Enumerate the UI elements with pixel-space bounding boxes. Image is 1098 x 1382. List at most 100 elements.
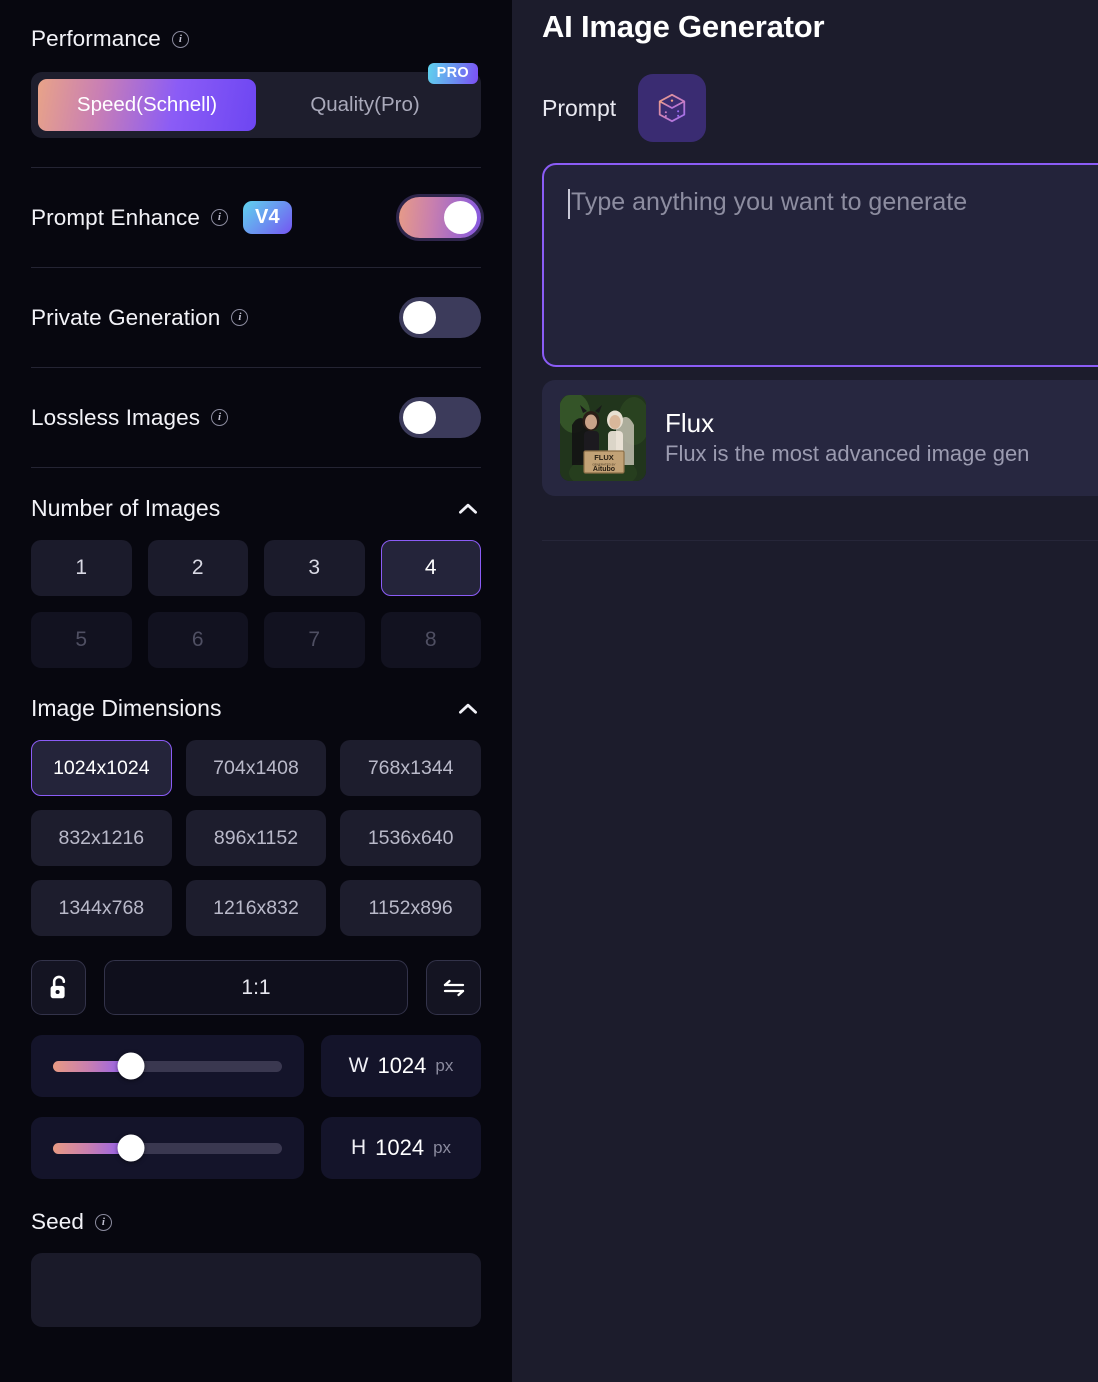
lossless-images-row: Lossless Images i <box>31 368 481 467</box>
private-generation-label: Private Generation <box>31 304 221 330</box>
performance-section: Performance i Speed(Schnell) Quality(Pro… <box>31 0 481 168</box>
number-of-images-header[interactable]: Number of Images <box>31 468 481 522</box>
dimension-option-label: 1344x768 <box>58 896 145 919</box>
slider-track <box>53 1134 282 1162</box>
number-of-images-grid: 1 2 3 4 5 6 7 8 <box>31 540 481 668</box>
slider-handle[interactable] <box>117 1052 145 1080</box>
performance-label: Performance <box>31 26 161 51</box>
dimension-option-1344x768[interactable]: 1344x768 <box>31 880 172 936</box>
seed-section: Seed i <box>31 1179 481 1327</box>
dimension-option-label: 1216x832 <box>213 896 299 919</box>
aspect-ratio-lock-button[interactable] <box>31 960 86 1015</box>
number-option-6: 6 <box>147 612 248 668</box>
lossless-images-label-row: Lossless Images i <box>31 405 229 431</box>
prompt-textarea[interactable]: Type anything you want to generate <box>542 163 1098 367</box>
dimension-option-1536x640[interactable]: 1536x640 <box>340 810 481 866</box>
dimension-option-label: 1536x640 <box>367 826 454 849</box>
toggle-knob <box>444 201 477 234</box>
number-option-4[interactable]: 4 <box>380 540 481 596</box>
number-option-8: 8 <box>380 612 481 668</box>
image-dimensions-header[interactable]: Image Dimensions <box>31 668 481 722</box>
model-name: Flux <box>665 408 715 439</box>
model-info: Flux Flux is the most advanced image gen <box>665 407 1029 468</box>
performance-option-quality[interactable]: Quality(Pro) PRO <box>256 63 478 131</box>
dimension-option-1024x1024[interactable]: 1024x1024 <box>31 740 172 796</box>
seed-input[interactable] <box>31 1253 481 1327</box>
dimension-option-1152x896[interactable]: 1152x896 <box>340 880 481 936</box>
generator-panel: AI Image Generator Prompt Type anything … <box>512 0 1098 1382</box>
dimension-option-832x1216[interactable]: 832x1216 <box>31 810 172 866</box>
aspect-ratio-row: 1:1 <box>31 960 481 1015</box>
seed-label-row: Seed i <box>31 1179 481 1235</box>
settings-sidebar: Performance i Speed(Schnell) Quality(Pro… <box>0 0 512 1382</box>
page-title: AI Image Generator <box>542 9 825 44</box>
slider-handle[interactable] <box>117 1134 145 1162</box>
private-generation-toggle[interactable] <box>399 297 481 338</box>
image-dimensions-grid: 1024x1024 704x1408 768x1344 832x1216 896… <box>31 740 481 936</box>
unlock-icon <box>50 975 65 998</box>
pro-badge: PRO <box>427 63 478 84</box>
model-suggestion-flux[interactable]: FLUX GENERATED BY Aitubo Flux Flux is th… <box>542 380 1098 496</box>
lossless-images-toggle[interactable] <box>399 397 481 438</box>
random-prompt-button[interactable] <box>638 74 707 142</box>
prompt-enhance-toggle[interactable] <box>399 197 481 238</box>
dimension-option-label: 1152x896 <box>368 896 453 919</box>
number-option-3[interactable]: 3 <box>264 540 365 596</box>
dimension-option-label: 704x1408 <box>213 756 299 779</box>
seed-label: Seed <box>31 1209 84 1234</box>
prompt-placeholder: Type anything you want to generate <box>571 188 968 216</box>
performance-option-speed[interactable]: Speed(Schnell) <box>38 79 256 131</box>
aspect-ratio-value[interactable]: 1:1 <box>104 960 408 1015</box>
chevron-up-icon[interactable] <box>455 496 481 522</box>
width-axis-label: W <box>348 1054 369 1077</box>
height-control-row: H 1024 px <box>31 1117 481 1179</box>
width-slider[interactable] <box>31 1035 304 1097</box>
number-option-label: 6 <box>191 628 204 651</box>
width-control-row: W 1024 px <box>31 1035 481 1097</box>
number-option-label: 2 <box>191 556 204 579</box>
dimension-option-896x1152[interactable]: 896x1152 <box>185 810 327 866</box>
dimension-option-704x1408[interactable]: 704x1408 <box>185 740 327 796</box>
number-option-label: 5 <box>75 628 88 651</box>
height-slider[interactable] <box>31 1117 304 1179</box>
model-thumbnail: FLUX GENERATED BY Aitubo <box>560 395 646 481</box>
number-option-label: 7 <box>308 628 321 651</box>
info-icon[interactable]: i <box>211 409 229 426</box>
number-option-7: 7 <box>264 612 365 668</box>
number-option-1[interactable]: 1 <box>31 540 132 596</box>
dimension-option-1216x832[interactable]: 1216x832 <box>185 880 327 936</box>
width-value-field[interactable]: W 1024 px <box>321 1035 481 1097</box>
flux-thumbnail-art: FLUX GENERATED BY Aitubo <box>560 395 646 481</box>
swap-dimensions-button[interactable] <box>426 960 481 1015</box>
info-icon[interactable]: i <box>94 1213 112 1231</box>
info-icon[interactable]: i <box>211 209 228 226</box>
info-icon[interactable]: i <box>171 30 189 48</box>
content-divider <box>542 540 1098 541</box>
private-generation-row: Private Generation i <box>31 268 481 367</box>
prompt-enhance-label-row: Prompt Enhance i V4 <box>31 201 292 234</box>
height-value-field[interactable]: H 1024 px <box>321 1117 481 1179</box>
number-option-label: 8 <box>424 628 437 651</box>
dice-icon <box>658 93 686 123</box>
app-root: Performance i Speed(Schnell) Quality(Pro… <box>0 0 1098 1382</box>
info-icon[interactable]: i <box>231 309 249 326</box>
number-option-label: 4 <box>424 556 437 579</box>
performance-option-quality-label: Quality(Pro) <box>310 93 420 116</box>
height-value: 1024 <box>375 1135 425 1160</box>
height-axis-label: H <box>350 1136 367 1159</box>
swap-icon <box>443 979 464 996</box>
text-caret <box>568 189 570 219</box>
number-of-images-section: Number of Images 1 2 3 4 5 6 7 8 <box>31 468 481 668</box>
private-generation-label-row: Private Generation i <box>31 304 249 331</box>
chevron-up-icon[interactable] <box>455 696 481 722</box>
number-option-2[interactable]: 2 <box>147 540 248 596</box>
dimension-option-label: 768x1344 <box>367 756 454 779</box>
model-description: Flux is the most advanced image gen <box>665 440 1030 466</box>
dimension-option-label: 896x1152 <box>213 826 299 849</box>
toggle-knob <box>403 301 436 334</box>
dimension-option-768x1344[interactable]: 768x1344 <box>340 740 481 796</box>
performance-label-row: Performance i <box>31 26 481 52</box>
dimension-option-label: 1024x1024 <box>53 756 150 779</box>
number-option-label: 1 <box>75 556 88 579</box>
dimension-option-label: 832x1216 <box>58 826 145 849</box>
